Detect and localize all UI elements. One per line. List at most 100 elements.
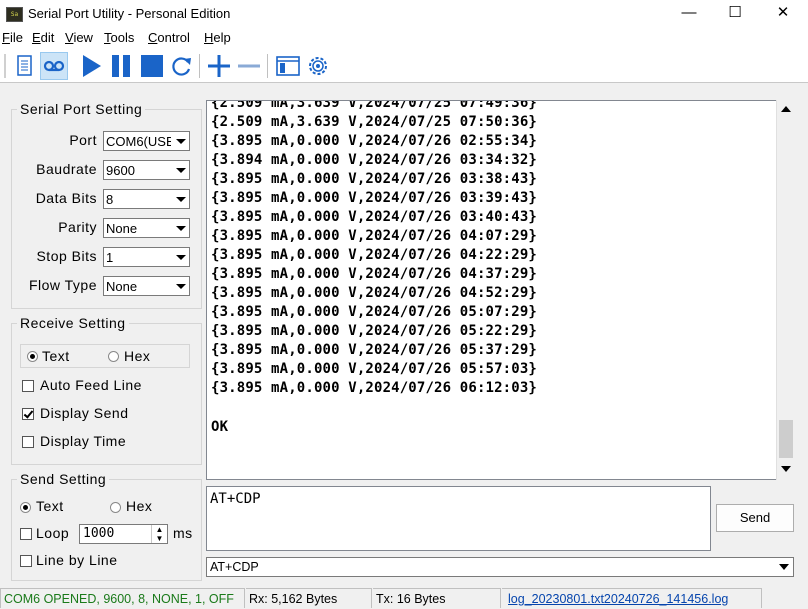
maximize-button[interactable]: ☐	[712, 0, 758, 28]
toolbar-separator	[267, 54, 268, 78]
chevron-down-icon	[171, 190, 189, 208]
parity-label: Parity	[58, 219, 97, 235]
add-icon[interactable]	[205, 52, 233, 80]
menu-edit[interactable]: Edit	[32, 30, 54, 45]
loop-label: Loop	[36, 525, 70, 541]
log-line: {3.895 mA,0.000 V,2024/07/26 04:37:29}	[211, 266, 537, 282]
stop-bits-label: Stop Bits	[36, 248, 97, 264]
chevron-down-icon	[171, 161, 189, 179]
send-history-select[interactable]: AT+CDP	[206, 557, 794, 577]
port-status: COM6 OPENED, 9600, 8, NONE, 1, OFF	[0, 588, 245, 608]
send-hex-label: Hex	[126, 498, 153, 514]
toolbar-separator	[199, 54, 200, 78]
new-document-icon[interactable]	[10, 52, 38, 80]
rx-count: Rx: 5,162 Bytes	[246, 588, 372, 608]
receive-text-area[interactable]: {2.509 mA,3.639 V,2024/07/25 07:49:36} {…	[206, 100, 796, 480]
send-input-value: AT+CDP	[210, 491, 261, 507]
parity-value: None	[106, 221, 138, 236]
baudrate-select[interactable]: 9600	[103, 160, 190, 180]
scrollbar-thumb[interactable]	[779, 420, 793, 458]
log-line: {2.509 mA,3.639 V,2024/07/25 07:50:36}	[211, 114, 537, 130]
data-bits-select[interactable]: 8	[103, 189, 190, 209]
scroll-up-icon[interactable]	[781, 106, 791, 112]
log-line: {3.895 mA,0.000 V,2024/07/26 04:22:29}	[211, 247, 537, 263]
display-send-label: Display Send	[40, 405, 129, 421]
spin-arrows-icon[interactable]: ▲ ▼	[151, 525, 167, 543]
loop-interval-stepper[interactable]: 1000 ▲ ▼	[79, 524, 168, 544]
port-value: COM6(USB	[106, 134, 172, 149]
chevron-down-icon[interactable]	[779, 564, 789, 570]
auto-feed-line-checkbox[interactable]	[22, 380, 34, 392]
data-bits-value: 8	[106, 192, 114, 207]
send-hex-radio[interactable]	[110, 502, 121, 513]
play-icon[interactable]	[78, 52, 106, 80]
send-setting-title: Send Setting	[17, 471, 110, 487]
title-bar: Sa Serial Port Utility - Personal Editio…	[0, 0, 808, 28]
send-history-value: AT+CDP	[210, 560, 259, 574]
menu-view[interactable]: View	[65, 30, 93, 45]
pause-icon[interactable]	[108, 52, 136, 80]
log-line: {3.895 mA,0.000 V,2024/07/26 05:07:29}	[211, 304, 537, 320]
window-icon[interactable]	[274, 52, 302, 80]
receive-setting-title: Receive Setting	[17, 315, 129, 331]
app-icon: Sa	[6, 7, 23, 22]
toolbar	[0, 48, 808, 83]
loop-unit-label: ms	[173, 525, 193, 541]
port-select[interactable]: COM6(USB	[103, 131, 190, 151]
flow-type-select[interactable]: None	[103, 276, 190, 296]
send-text-input[interactable]: AT+CDP	[206, 486, 711, 551]
refresh-icon[interactable]	[168, 52, 196, 80]
port-label: Port	[69, 132, 97, 148]
data-bits-label: Data Bits	[35, 190, 97, 206]
send-text-label: Text	[36, 498, 64, 514]
log-file-link[interactable]: log_20230801.txt20240726_141456.log	[502, 588, 762, 608]
menu-bar: File Edit View Tools Control Help	[0, 28, 808, 48]
baudrate-value: 9600	[106, 163, 135, 178]
remove-icon[interactable]	[235, 52, 263, 80]
receive-text-radio[interactable]	[27, 351, 38, 362]
log-line: {3.895 mA,0.000 V,2024/07/26 02:55:34}	[211, 133, 537, 149]
minimize-button[interactable]: —	[666, 0, 712, 28]
stop-icon[interactable]	[138, 52, 166, 80]
record-icon[interactable]	[40, 52, 68, 80]
send-text-radio[interactable]	[20, 502, 31, 513]
baudrate-label: Baudrate	[36, 161, 97, 177]
stop-bits-select[interactable]: 1	[103, 247, 190, 267]
log-line: {3.895 mA,0.000 V,2024/07/26 04:07:29}	[211, 228, 537, 244]
display-send-checkbox[interactable]	[22, 408, 34, 420]
display-time-label: Display Time	[40, 433, 127, 449]
line-by-line-checkbox[interactable]	[20, 555, 32, 567]
receive-hex-radio[interactable]	[108, 351, 119, 362]
menu-help[interactable]: Help	[204, 30, 231, 45]
flow-type-label: Flow Type	[28, 277, 97, 293]
parity-select[interactable]: None	[103, 218, 190, 238]
log-line: {3.895 mA,0.000 V,2024/07/26 04:52:29}	[211, 285, 537, 301]
menu-control[interactable]: Control	[148, 30, 190, 45]
log-line-ok: OK	[211, 419, 229, 435]
settings-icon[interactable]	[304, 52, 332, 80]
chevron-down-icon	[171, 248, 189, 266]
serial-port-setting-title: Serial Port Setting	[17, 101, 146, 117]
close-button[interactable]: ✕	[760, 0, 806, 28]
scroll-down-icon[interactable]	[781, 466, 791, 472]
send-button[interactable]: Send	[716, 504, 794, 532]
display-time-checkbox[interactable]	[22, 436, 34, 448]
log-line: {3.895 mA,0.000 V,2024/07/26 03:38:43}	[211, 171, 537, 187]
stop-bits-value: 1	[106, 250, 114, 265]
flow-type-value: None	[106, 279, 138, 294]
chevron-down-icon	[171, 219, 189, 237]
receive-text-label: Text	[42, 348, 70, 364]
tx-count: Tx: 16 Bytes	[373, 588, 501, 608]
log-line: {3.895 mA,0.000 V,2024/07/26 05:22:29}	[211, 323, 537, 339]
log-line: {3.895 mA,0.000 V,2024/07/26 03:39:43}	[211, 190, 537, 206]
receive-hex-label: Hex	[124, 348, 151, 364]
menu-file[interactable]: File	[2, 30, 23, 45]
loop-checkbox[interactable]	[20, 528, 32, 540]
menu-tools[interactable]: Tools	[104, 30, 134, 45]
window-title: Serial Port Utility - Personal Edition	[28, 6, 231, 21]
log-line: {3.895 mA,0.000 V,2024/07/26 05:37:29}	[211, 342, 537, 358]
log-line: {3.895 mA,0.000 V,2024/07/26 05:57:03}	[211, 361, 537, 377]
log-line: {2.509 mA,3.639 V,2024/07/25 07:49:36}	[211, 100, 537, 111]
chevron-down-icon	[171, 277, 189, 295]
log-line: {3.894 mA,0.000 V,2024/07/26 03:34:32}	[211, 152, 537, 168]
